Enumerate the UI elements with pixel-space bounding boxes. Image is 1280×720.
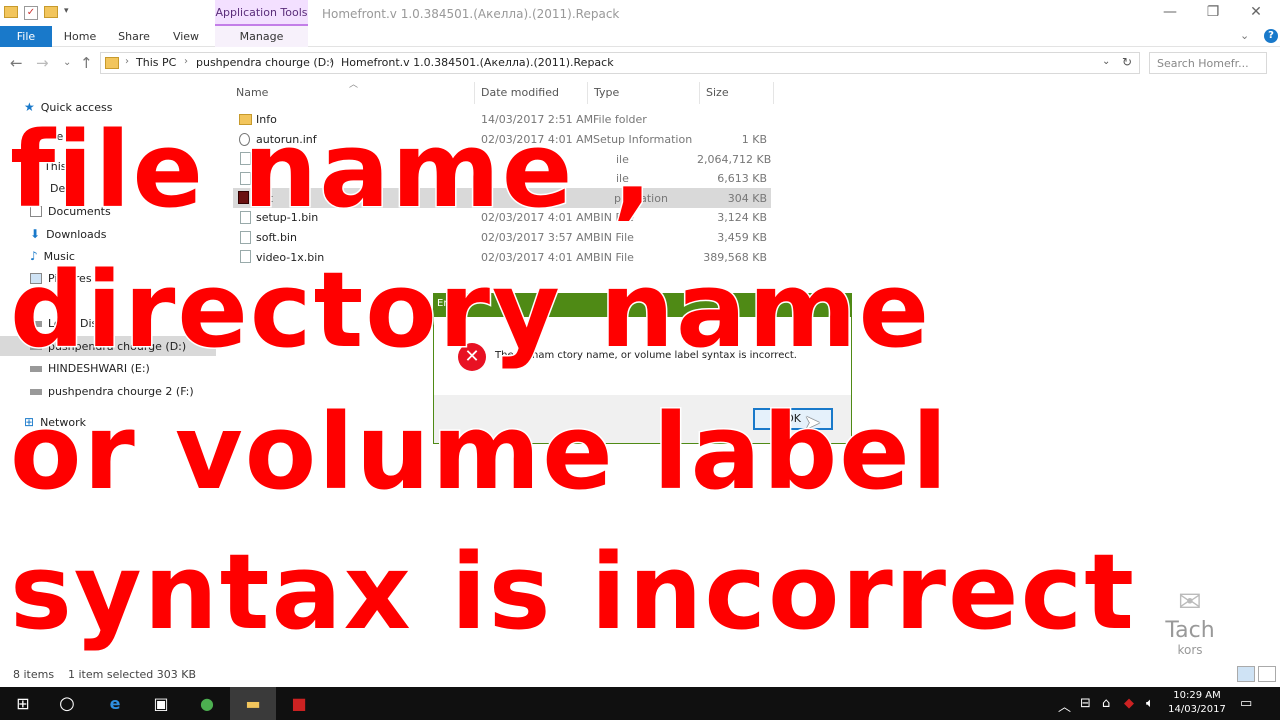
- envelope-icon: ✉: [1178, 585, 1202, 618]
- customize-toolbar-icon[interactable]: ▾: [64, 6, 69, 20]
- minimize-button[interactable]: —: [1155, 4, 1185, 20]
- help-icon[interactable]: ?: [1264, 29, 1278, 43]
- details-view-icon[interactable]: [1237, 666, 1255, 682]
- breadcrumb-folder[interactable]: Homefront.v 1.0.384501.(Акелла).(2011).R…: [341, 56, 614, 69]
- clock-date: 14/03/2017: [1168, 704, 1226, 715]
- close-button[interactable]: ✕: [1241, 4, 1271, 20]
- start-windows-icon[interactable]: ⊞: [0, 687, 46, 720]
- column-divider[interactable]: [699, 82, 700, 104]
- cortana-search-icon[interactable]: ○: [44, 687, 90, 720]
- application-tools-tab: Application Tools: [215, 0, 308, 26]
- title-bar: [0, 0, 1280, 28]
- file-size: 3,459 KB: [717, 231, 767, 244]
- tab-manage[interactable]: Manage: [215, 26, 308, 47]
- search-input[interactable]: Search Homefr...: [1149, 52, 1267, 74]
- overlay-line-4: syntax is incorrect: [9, 531, 1136, 653]
- file-name[interactable]: soft.bin: [256, 231, 297, 244]
- homefront-app-icon[interactable]: ■: [276, 687, 322, 720]
- overlay-line-1: file name ,: [8, 109, 655, 231]
- network-tray-icon[interactable]: ⌂: [1102, 696, 1110, 711]
- forward-arrow-icon[interactable]: →: [36, 54, 49, 72]
- folder-icon: [105, 57, 119, 69]
- column-name[interactable]: Name: [236, 86, 268, 99]
- address-dropdown-icon[interactable]: ⌄: [1102, 56, 1110, 67]
- column-divider[interactable]: [773, 82, 774, 104]
- column-size[interactable]: Size: [706, 86, 729, 99]
- file-size: 6,613 KB: [717, 172, 767, 185]
- clock-time: 10:29 AM: [1173, 690, 1221, 701]
- quick-access-toolbar: ✓ ▾: [4, 6, 69, 20]
- column-type[interactable]: Type: [594, 86, 619, 99]
- file-size: 3,124 KB: [717, 211, 767, 224]
- sort-ascending-icon: ︿: [349, 80, 359, 90]
- up-arrow-icon[interactable]: ↑: [80, 54, 93, 72]
- file-size: 304 KB: [727, 192, 767, 205]
- refresh-icon[interactable]: ↻: [1122, 55, 1132, 69]
- status-item-count: 8 items: [13, 668, 55, 681]
- tab-file[interactable]: File: [0, 26, 52, 47]
- volume-icon[interactable]: 🔈︎: [1146, 696, 1154, 711]
- action-center-icon[interactable]: ▭: [1240, 696, 1252, 711]
- chrome-icon[interactable]: ●: [184, 687, 230, 720]
- column-date-modified[interactable]: Date modified: [481, 86, 559, 99]
- breadcrumb-drive[interactable]: pushpendra chourge (D:): [196, 56, 334, 69]
- antivirus-icon[interactable]: ◆: [1124, 696, 1134, 711]
- large-icons-view-icon[interactable]: [1258, 666, 1276, 682]
- window-title: Homefront.v 1.0.384501.(Акелла).(2011).R…: [322, 7, 620, 21]
- taskbar-clock[interactable]: 10:29 AM 14/03/2017: [1168, 689, 1226, 717]
- tab-view[interactable]: View: [164, 26, 208, 47]
- tab-share[interactable]: Share: [110, 26, 158, 47]
- watermark-line2: kors: [1177, 643, 1203, 657]
- column-divider[interactable]: [587, 82, 588, 104]
- store-icon[interactable]: ▣: [138, 687, 184, 720]
- folder-icon[interactable]: [4, 6, 18, 18]
- file-type: BIN File: [593, 231, 634, 244]
- recent-locations-icon[interactable]: ⌄: [63, 57, 71, 68]
- tab-home[interactable]: Home: [58, 26, 102, 47]
- breadcrumb-separator: ›: [184, 56, 188, 67]
- channel-watermark: ✉ Tach kors: [1155, 585, 1225, 665]
- new-folder-icon[interactable]: [44, 6, 58, 18]
- watermark-line1: Tach: [1165, 618, 1215, 643]
- collapse-ribbon-icon[interactable]: ⌄: [1240, 29, 1249, 42]
- file-explorer-icon[interactable]: ▬: [230, 687, 276, 720]
- edge-browser-icon[interactable]: e: [92, 687, 138, 720]
- file-size: 2,064,712 KB: [697, 153, 772, 166]
- back-arrow-icon[interactable]: ←: [10, 54, 23, 72]
- status-selection: 1 item selected 303 KB: [68, 668, 197, 681]
- breadcrumb-separator: ›: [125, 56, 129, 67]
- tray-overflow-icon[interactable]: ︿: [1058, 696, 1071, 715]
- overlay-line-3: or volume label: [8, 391, 950, 513]
- breadcrumb-separator: ›: [329, 56, 333, 67]
- file-size: 1 KB: [741, 133, 767, 146]
- task-view-icon[interactable]: ⊟: [1080, 696, 1091, 711]
- breadcrumb-this-pc[interactable]: This PC: [136, 56, 176, 69]
- column-divider[interactable]: [474, 82, 475, 104]
- restore-button[interactable]: ❐: [1198, 4, 1228, 20]
- file-icon: [240, 231, 251, 244]
- file-date: 02/03/2017 3:57 AM: [481, 231, 594, 244]
- properties-icon[interactable]: ✓: [24, 6, 38, 20]
- overlay-line-2: directory name: [8, 249, 932, 371]
